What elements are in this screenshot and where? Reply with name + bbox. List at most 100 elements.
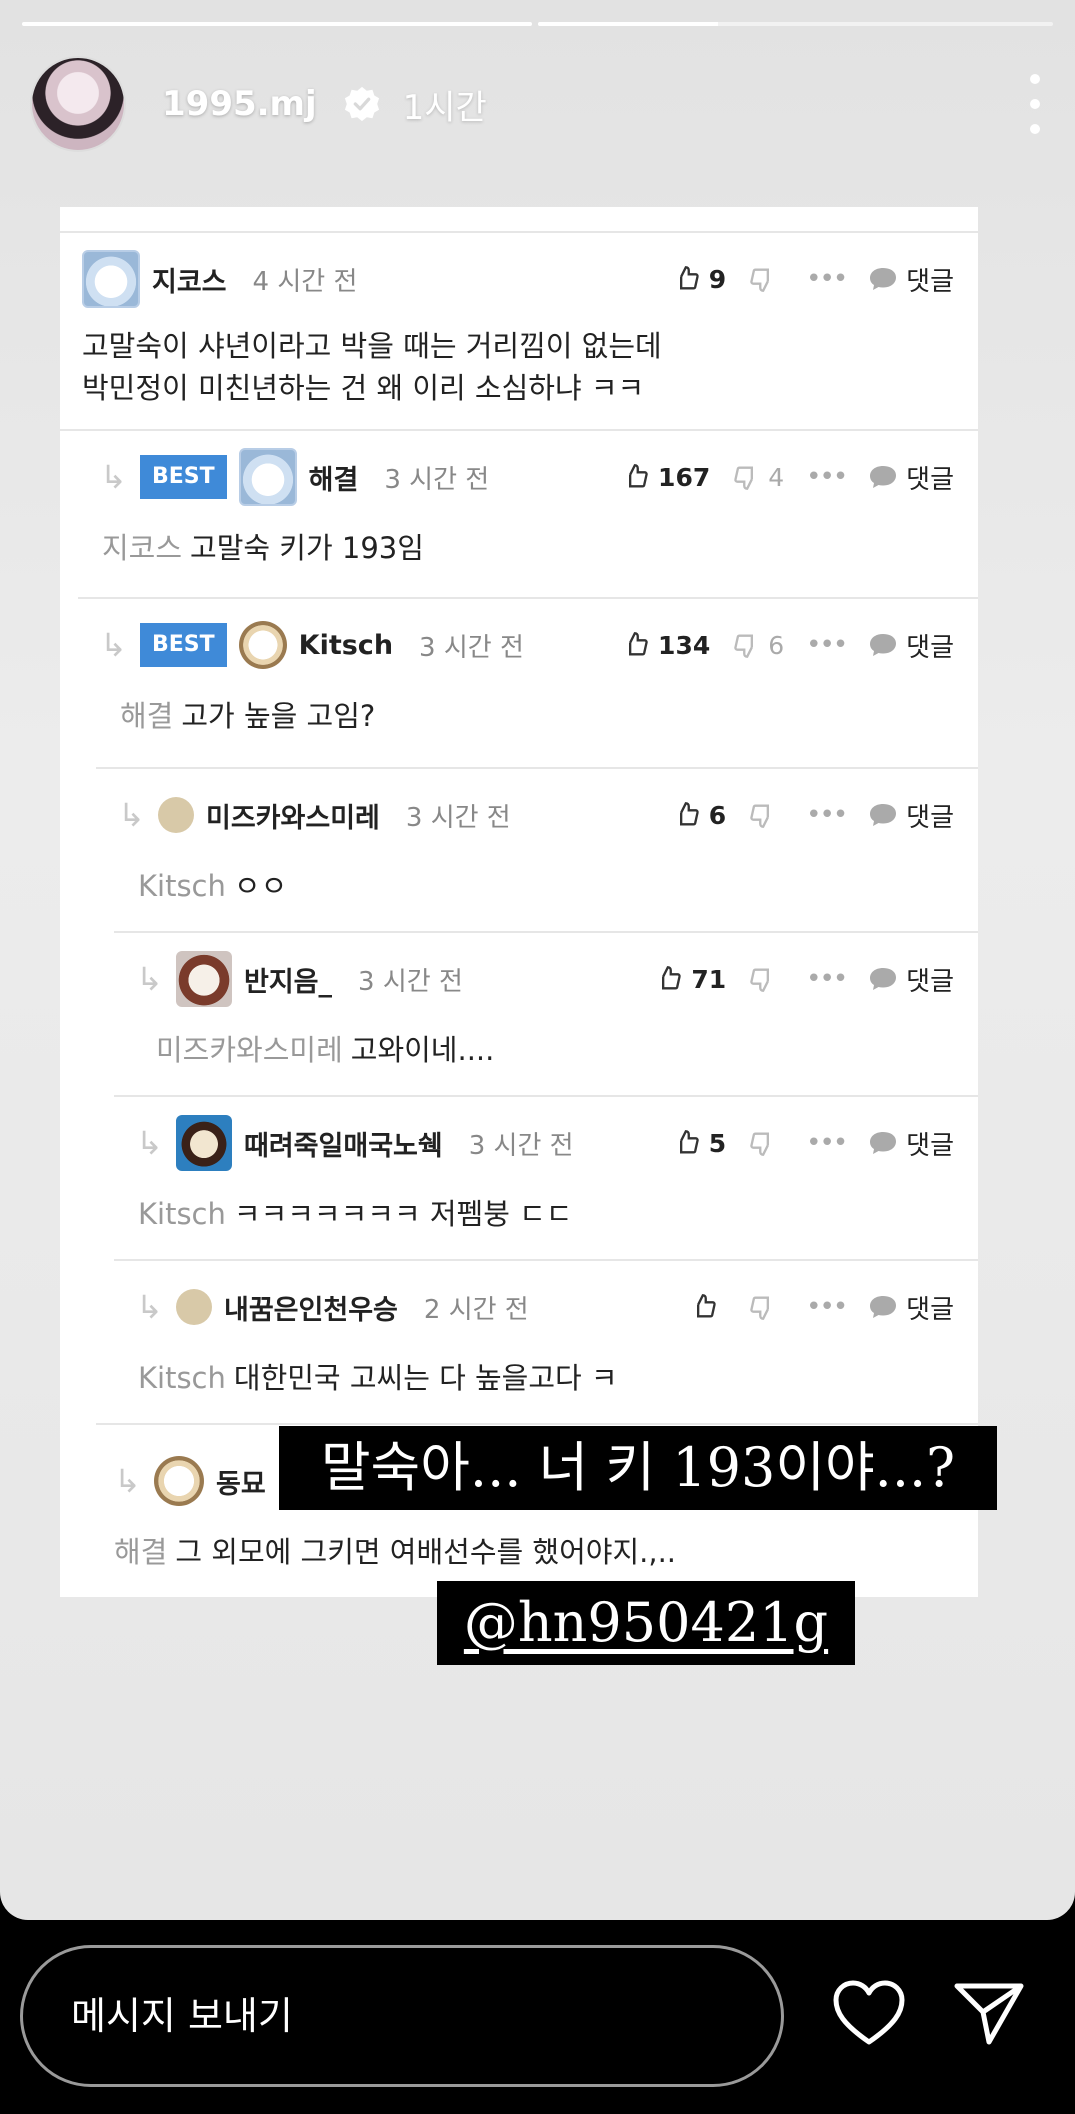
message-input[interactable]: 메시지 보내기 [20, 1945, 784, 2087]
reply-button[interactable]: 댓글 [868, 961, 954, 998]
more-dots-icon[interactable]: ••• [806, 800, 848, 830]
comment-nickname[interactable]: 반지음_ [244, 960, 332, 999]
avatar[interactable] [30, 56, 126, 152]
comment-nickname[interactable]: 내꿈은인천우승 [224, 1288, 398, 1327]
like-count: 134 [658, 630, 711, 660]
dislike-button[interactable] [748, 1293, 784, 1321]
comment-item: ↳ 반지음_ 3 시간 전 71 ••• 댓글 미즈카와스미레 고와이네.... [114, 931, 978, 1097]
more-dots-icon[interactable]: ••• [806, 1128, 848, 1158]
reply-arrow-icon: ↳ [100, 458, 127, 496]
reply-button[interactable]: 댓글 [868, 627, 954, 664]
user-avatar [238, 448, 297, 506]
thumbs-up-icon [679, 802, 699, 826]
like-button[interactable]: 167 [622, 463, 710, 492]
story-progress-1 [22, 22, 532, 26]
comment-text: 지코스 고말숙 키가 193임 [102, 531, 424, 565]
story-header: 1995.mj 1시간 [30, 56, 1045, 152]
dislike-button[interactable]: 6 [732, 631, 784, 660]
thumbs-up-icon [629, 464, 648, 488]
speech-bubble-icon [870, 968, 897, 990]
thumbs-down-icon [750, 804, 770, 828]
send-icon[interactable] [953, 1980, 1025, 2046]
mention[interactable]: 미즈카와스미레 [156, 1033, 343, 1067]
user-avatar [154, 1456, 204, 1506]
dislike-button[interactable] [748, 801, 784, 829]
mention[interactable]: 해결 [120, 699, 173, 733]
mention[interactable]: 지코스 [102, 531, 182, 565]
comment-nickname[interactable]: Kitsch [299, 630, 393, 661]
comment-nickname[interactable]: 해결 [309, 458, 359, 497]
reply-button[interactable]: 댓글 [868, 1125, 954, 1162]
mention[interactable]: Kitsch [138, 869, 226, 903]
comment-nickname[interactable]: 지코스 [152, 260, 227, 299]
more-options-icon[interactable] [1025, 74, 1045, 134]
reply-button[interactable]: 댓글 [868, 459, 954, 496]
comment-item: ↳ 미즈카와스미레 3 시간 전 6 ••• 댓글 Kitsch ㅇㅇ [96, 767, 978, 933]
story-viewer[interactable]: 1995.mj 1시간 지코스 4 시간 전 9 ••• 댓글 고말숙이 샤년이… [0, 0, 1075, 1920]
like-button[interactable]: 6 [673, 801, 726, 830]
dislike-count: 4 [768, 462, 785, 492]
more-dots-icon[interactable]: ••• [806, 264, 848, 294]
user-avatar [82, 250, 140, 308]
thumbs-up-icon [679, 1130, 699, 1154]
comment-item: ↳ BEST 해결 3 시간 전 167 4 ••• 댓글 지코스 고말숙 키가 … [60, 429, 978, 599]
comment-text: Kitsch ㅇㅇ [138, 869, 288, 903]
speech-bubble-icon [870, 466, 897, 488]
like-button[interactable] [690, 1293, 726, 1321]
dislike-count: 6 [768, 630, 785, 660]
reply-arrow-icon: ↳ [136, 1288, 163, 1326]
reply-button[interactable]: 댓글 [868, 797, 954, 834]
thumbs-down-icon [750, 968, 770, 992]
more-dots-icon[interactable]: ••• [806, 630, 848, 660]
more-dots-icon[interactable]: ••• [806, 462, 848, 492]
comment-text: 해결 고가 높을 고임? [120, 699, 376, 733]
comment-nickname[interactable]: 때려죽일매국노쉑 [244, 1124, 443, 1163]
reply-button[interactable]: 댓글 [868, 1289, 954, 1326]
more-dots-icon[interactable]: ••• [806, 964, 848, 994]
comment-time: 3 시간 전 [358, 966, 463, 997]
speech-bubble-icon [870, 268, 897, 290]
comment-item: ↳ 내꿈은인천우승 2 시간 전 ••• 댓글 Kitsch 대한민국 고씨는 다… [114, 1259, 978, 1425]
more-dots-icon[interactable]: ••• [806, 1292, 848, 1322]
thumbs-up-icon [662, 966, 682, 990]
thumbs-down-icon [750, 1296, 770, 1320]
dislike-button[interactable]: 4 [732, 463, 784, 492]
verified-badge-icon [344, 86, 379, 122]
like-button[interactable]: 9 [673, 265, 726, 294]
thumbs-down-icon [734, 466, 754, 490]
mention-sticker[interactable]: @hn950421g [437, 1581, 855, 1665]
mention[interactable]: 해결 [114, 1535, 167, 1569]
like-button[interactable]: 71 [655, 965, 726, 994]
user-avatar [176, 1289, 212, 1325]
heart-icon[interactable] [833, 1980, 905, 2046]
reply-arrow-icon: ↳ [100, 626, 127, 664]
dislike-button[interactable] [748, 265, 784, 293]
comment-time: 3 시간 전 [419, 632, 524, 663]
story-caption: 말숙아... 너 키 193이야...? [279, 1426, 997, 1510]
username[interactable]: 1995.mj [162, 84, 317, 124]
like-button[interactable]: 5 [673, 1129, 726, 1158]
dislike-button[interactable] [748, 965, 784, 993]
mention[interactable]: Kitsch [138, 1361, 226, 1395]
reply-arrow-icon: ↳ [114, 1462, 141, 1500]
comment-text: 고말숙이 샤년이라고 박을 때는 거리낌이 없는데 박민정이 미친년하는 건 왜… [82, 329, 662, 405]
best-badge: BEST [140, 455, 227, 499]
reply-arrow-icon: ↳ [136, 1124, 163, 1162]
comment-nickname[interactable]: 동묘 [216, 1462, 266, 1501]
thumbs-up-icon [697, 1294, 716, 1318]
comment-nickname[interactable]: 미즈카와스미레 [206, 796, 380, 835]
user-avatar [238, 621, 287, 669]
story-footer: 메시지 보내기 [0, 1920, 1075, 2114]
comment-item: ↳ BEST Kitsch 3 시간 전 134 6 ••• 댓글 해결 고가 높… [78, 597, 978, 769]
like-count: 167 [658, 462, 711, 492]
like-count: 5 [708, 1128, 727, 1158]
reply-button[interactable]: 댓글 [868, 261, 954, 298]
mention[interactable]: Kitsch [138, 1197, 226, 1231]
comment-time: 3 시간 전 [405, 802, 511, 833]
like-button[interactable]: 134 [622, 631, 710, 660]
dislike-button[interactable] [748, 1129, 784, 1157]
best-badge: BEST [140, 623, 227, 667]
thumbs-down-icon [734, 634, 754, 658]
comment-time: 4 시간 전 [252, 266, 358, 297]
comment-text: 미즈카와스미레 고와이네.... [156, 1033, 495, 1067]
